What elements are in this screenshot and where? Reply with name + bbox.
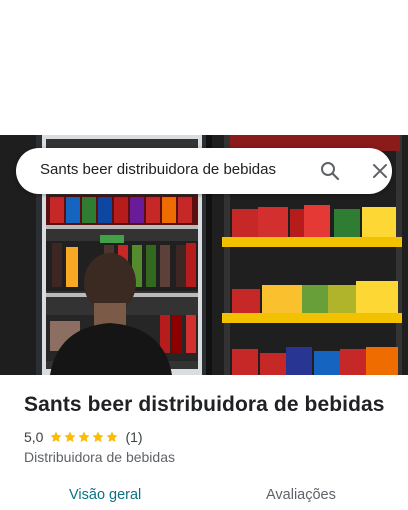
star-icon — [92, 431, 105, 443]
star-icon — [78, 431, 91, 443]
rating-row[interactable]: 5,0 (1) — [24, 428, 143, 446]
search-bar[interactable]: Sants beer distribuidora de bebidas — [16, 148, 392, 194]
star-icon — [64, 431, 77, 443]
star-icon — [106, 431, 119, 443]
star-rating — [49, 430, 119, 444]
close-icon[interactable] — [368, 159, 392, 183]
search-input[interactable]: Sants beer distribuidora de bebidas — [40, 161, 276, 178]
place-category: Distribuidora de bebidas — [24, 449, 175, 465]
star-icon — [50, 431, 63, 443]
tab-reviews[interactable]: Avaliações — [266, 487, 336, 503]
place-title: Sants beer distribuidora de bebidas — [24, 393, 385, 416]
review-count[interactable]: (1) — [125, 429, 142, 445]
rating-value: 5,0 — [24, 429, 44, 445]
tab-overview[interactable]: Visão geral — [69, 487, 141, 503]
search-icon[interactable] — [318, 159, 342, 183]
map-area-blank — [0, 0, 408, 135]
